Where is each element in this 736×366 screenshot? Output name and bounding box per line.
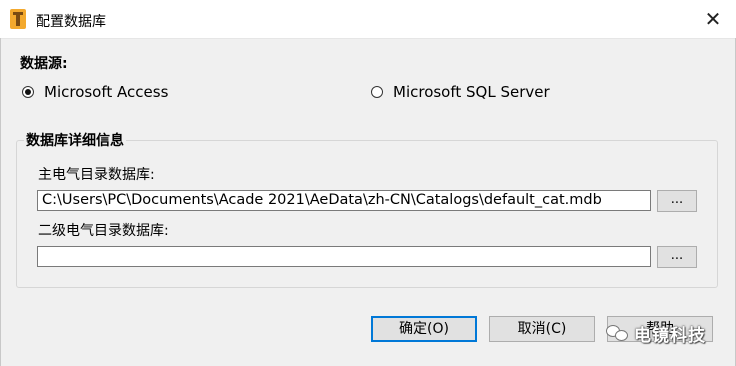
main-db-browse-button[interactable]: ...: [657, 190, 697, 212]
secondary-db-browse-button[interactable]: ...: [657, 246, 697, 268]
radio-microsoft-sql-server[interactable]: Microsoft SQL Server: [371, 83, 550, 101]
database-details-title: 数据库详细信息: [24, 130, 126, 150]
cancel-button[interactable]: 取消(C): [489, 316, 595, 342]
app-icon: [10, 9, 26, 29]
radio-label-access: Microsoft Access: [44, 83, 169, 101]
title-bar: 配置数据库 ✕: [0, 0, 736, 39]
data-source-label: 数据源:: [20, 56, 68, 72]
secondary-db-input[interactable]: [37, 246, 651, 267]
watermark: 电镜科技: [606, 318, 720, 348]
window-title: 配置数据库: [36, 14, 106, 30]
main-db-input[interactable]: C:\Users\PC\Documents\Acade 2021\AeData\…: [37, 190, 651, 211]
radio-label-sql: Microsoft SQL Server: [393, 83, 550, 101]
window-border-left: [0, 38, 1, 366]
wechat-icon: [606, 323, 630, 343]
main-db-label: 主电气目录数据库:: [38, 167, 155, 183]
radio-unselected-icon[interactable]: [371, 86, 383, 98]
radio-selected-icon[interactable]: [22, 86, 34, 98]
close-button[interactable]: ✕: [700, 6, 726, 32]
close-icon: ✕: [704, 7, 722, 31]
secondary-db-label: 二级电气目录数据库:: [38, 223, 169, 239]
watermark-text: 电镜科技: [634, 325, 706, 346]
ok-button[interactable]: 确定(O): [371, 316, 477, 342]
radio-microsoft-access[interactable]: Microsoft Access: [22, 83, 168, 101]
